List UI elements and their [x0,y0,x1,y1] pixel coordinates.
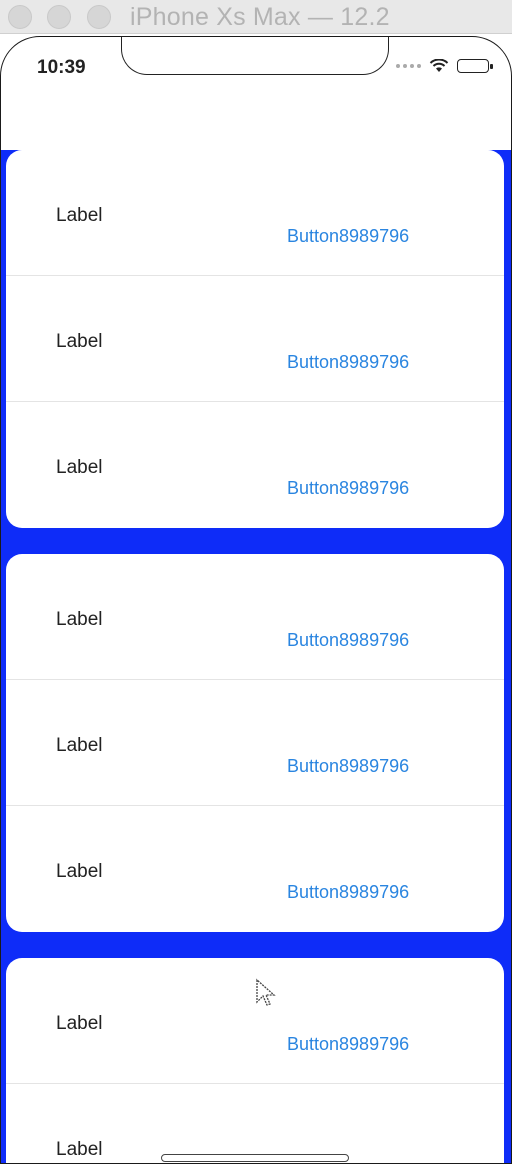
minimize-window-button[interactable] [47,5,71,29]
table-row[interactable]: Label Button8989796 [6,680,504,806]
table-row[interactable]: Label Button8989796 [6,554,504,680]
row-label: Label [56,735,103,756]
row-button[interactable]: Button8989796 [287,882,409,903]
row-button[interactable]: Button8989796 [287,478,409,499]
row-button[interactable]: Button8989796 [287,352,409,373]
table-view[interactable]: Label Button8989796 Label Button8989796 … [1,150,511,1163]
row-label: Label [56,609,103,630]
window-title: iPhone Xs Max — 12.2 [130,3,390,31]
table-row[interactable]: Label Button8989796 [6,806,504,932]
section-card-1: Label Button8989796 Label Button8989796 … [6,150,504,528]
status-time: 10:39 [37,57,86,78]
device-notch [121,37,389,75]
home-indicator[interactable] [161,1154,349,1162]
battery-icon [457,59,493,73]
mouse-pointer-icon [256,978,276,1006]
table-row[interactable]: Label Button8989796 [6,150,504,276]
close-window-button[interactable] [8,5,32,29]
row-label: Label [56,457,103,478]
row-label: Label [56,1139,103,1160]
simulator-titlebar: iPhone Xs Max — 12.2 [0,0,512,34]
table-row[interactable]: Label Button8989796 [6,958,504,1084]
table-row[interactable]: Label [6,1084,504,1163]
status-icons [396,59,493,73]
row-button[interactable]: Button8989796 [287,630,409,651]
row-label: Label [56,1013,103,1034]
signal-dots-icon [396,64,421,68]
row-button[interactable]: Button8989796 [287,1034,409,1055]
row-button[interactable]: Button8989796 [287,756,409,777]
row-button[interactable]: Button8989796 [287,226,409,247]
wifi-icon [429,59,449,72]
table-row[interactable]: Label Button8989796 [6,276,504,402]
row-label: Label [56,861,103,882]
table-row[interactable]: Label Button8989796 [6,402,504,528]
zoom-window-button[interactable] [87,5,111,29]
row-label: Label [56,205,103,226]
row-label: Label [56,331,103,352]
section-card-2: Label Button8989796 Label Button8989796 … [6,554,504,932]
